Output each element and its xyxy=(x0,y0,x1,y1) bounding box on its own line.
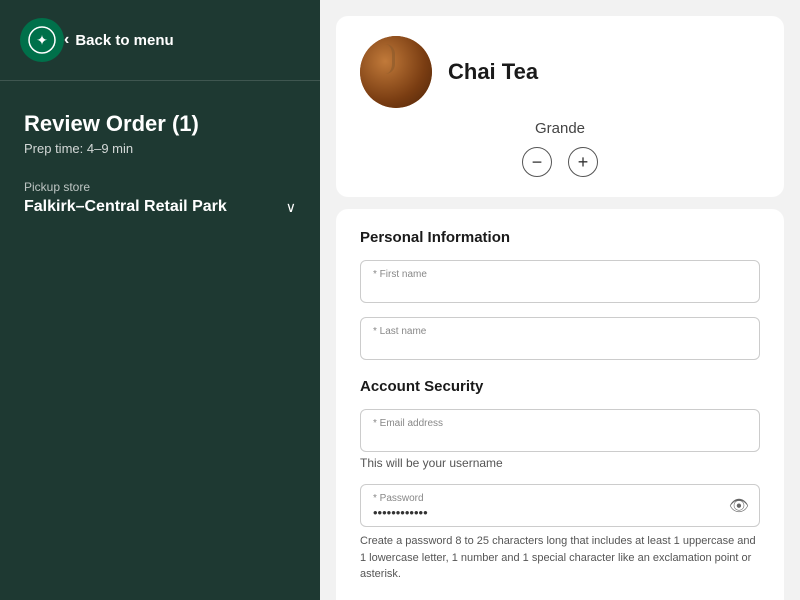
product-card: Chai Tea Grande − + xyxy=(336,16,784,197)
quantity-controls: − + xyxy=(522,147,598,177)
product-image xyxy=(360,36,432,108)
product-size: Grande xyxy=(535,120,585,137)
personal-info-title: Personal Information xyxy=(360,229,760,246)
pickup-chevron-icon: ∨ xyxy=(286,199,296,216)
password-group: * Password 👁 Create a password 8 to 25 c… xyxy=(360,484,760,583)
back-to-menu-link[interactable]: ‹ Back to menu xyxy=(64,31,174,49)
email-wrapper: * Email address xyxy=(360,409,760,452)
svg-text:✦: ✦ xyxy=(36,34,48,49)
account-security-section: Account Security * Email address This wi… xyxy=(360,378,760,583)
pickup-store-selector[interactable]: Falkirk–Central Retail Park ∨ xyxy=(24,198,296,216)
prep-time-label: Prep time: 4–9 min xyxy=(24,141,296,156)
back-to-menu-label: Back to menu xyxy=(75,32,173,49)
username-hint: This will be your username xyxy=(360,456,760,470)
starbucks-logo: ✦ xyxy=(20,18,64,62)
pickup-store-name: Falkirk–Central Retail Park xyxy=(24,198,227,216)
starbucks-logo-svg: ✦ xyxy=(28,26,56,54)
first-name-input[interactable] xyxy=(361,261,759,302)
product-image-visual xyxy=(360,36,432,108)
account-security-title: Account Security xyxy=(360,378,760,395)
first-name-group: * First name xyxy=(360,260,760,303)
product-name: Chai Tea xyxy=(448,59,538,85)
pickup-store-label: Pickup store xyxy=(24,180,296,194)
review-order-title: Review Order (1) xyxy=(24,111,296,137)
first-name-wrapper: * First name xyxy=(360,260,760,303)
sidebar-header: ✦ ‹ Back to menu xyxy=(0,0,320,81)
password-input[interactable] xyxy=(361,485,759,526)
main-content: Chai Tea Grande − + Personal Information… xyxy=(320,0,800,600)
password-wrapper: * Password 👁 xyxy=(360,484,760,527)
email-input[interactable] xyxy=(361,410,759,451)
last-name-input[interactable] xyxy=(361,318,759,359)
last-name-group: * Last name xyxy=(360,317,760,360)
password-hint: Create a password 8 to 25 characters lon… xyxy=(360,533,760,583)
sidebar: ✦ ‹ Back to menu Review Order (1) Prep t… xyxy=(0,0,320,600)
back-chevron-icon: ‹ xyxy=(64,31,69,49)
toggle-password-icon[interactable]: 👁 xyxy=(729,496,749,516)
email-group: * Email address This will be your userna… xyxy=(360,409,760,470)
product-header: Chai Tea xyxy=(360,36,760,108)
last-name-wrapper: * Last name xyxy=(360,317,760,360)
sidebar-content: Review Order (1) Prep time: 4–9 min Pick… xyxy=(0,81,320,600)
increase-quantity-button[interactable]: + xyxy=(568,147,598,177)
decrease-quantity-button[interactable]: − xyxy=(522,147,552,177)
form-area: Personal Information * First name * Last… xyxy=(336,209,784,600)
